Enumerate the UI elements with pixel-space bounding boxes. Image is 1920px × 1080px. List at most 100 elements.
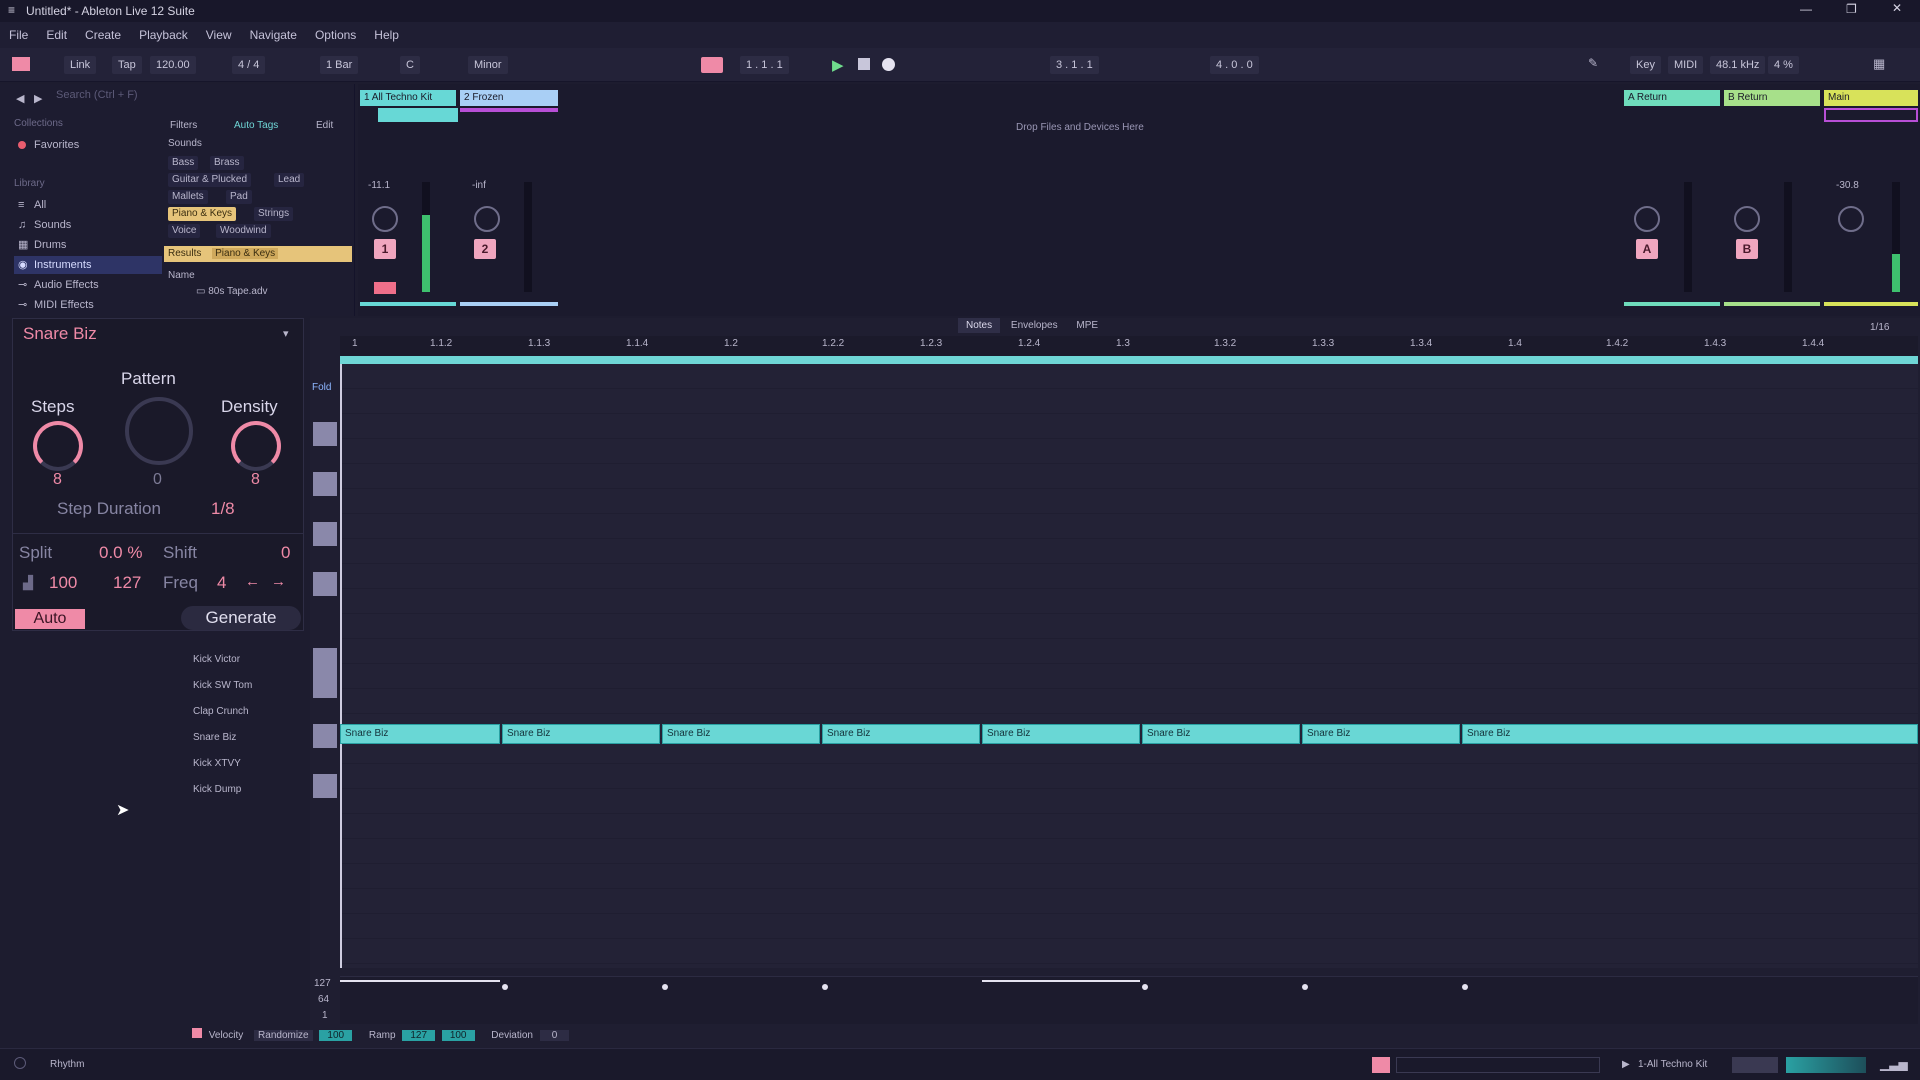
play-icon[interactable]: ▶ [832, 56, 844, 74]
link-button[interactable]: Link [64, 56, 97, 74]
auto-tags-toggle[interactable]: Auto Tags [234, 120, 278, 131]
return-a-button[interactable]: A [1636, 239, 1658, 259]
ramp-start-value[interactable]: 127 [402, 1030, 436, 1041]
sidebar-item-all[interactable]: ≡ All [14, 196, 164, 214]
position-field[interactable]: 1 . 1 . 1 [740, 56, 789, 74]
freq-value[interactable]: 4 [217, 573, 226, 593]
velocity-max[interactable]: 127 [113, 573, 141, 593]
main-header[interactable]: Main [1824, 90, 1918, 106]
minimize-button[interactable]: — [1800, 2, 1812, 16]
note-grid[interactable] [340, 364, 1918, 968]
midi-note[interactable]: Snare Biz [502, 724, 660, 744]
velocity-min[interactable]: 100 [49, 573, 77, 593]
randomize-value[interactable]: 100 [319, 1030, 353, 1041]
ramp-end-value[interactable]: 100 [441, 1030, 475, 1041]
sidebar-item-sounds[interactable]: ♫ Sounds [14, 216, 164, 234]
loop-length-field[interactable]: 4 . 0 . 0 [1210, 56, 1259, 74]
filters-toggle[interactable]: Filters [170, 120, 197, 131]
key-lane[interactable] [313, 774, 337, 798]
loop-brace[interactable] [340, 356, 1918, 364]
midi-note[interactable]: Snare Biz [1302, 724, 1460, 744]
track-2-activator-button[interactable]: 2 [474, 239, 496, 259]
midi-note[interactable]: Snare Biz [340, 724, 500, 744]
sounds-filter[interactable]: Sounds [168, 138, 202, 149]
menu-playback[interactable]: Playback [130, 22, 197, 48]
auto-button[interactable]: Auto [15, 609, 85, 629]
edit-tags-button[interactable]: Edit [316, 120, 333, 131]
tag-piano-keys[interactable]: Piano & Keys [168, 207, 237, 221]
main-scene-slot[interactable] [1824, 108, 1918, 122]
clip-slot-2[interactable] [460, 108, 558, 112]
tap-button[interactable]: Tap [112, 56, 142, 74]
main-pan-knob[interactable] [1838, 206, 1864, 232]
sidebar-item-audio-effects[interactable]: ⊸ Audio Effects [14, 276, 164, 294]
info-icon[interactable] [14, 1057, 26, 1069]
arrangement-record-icon[interactable] [701, 57, 723, 73]
view-toggle-icon[interactable] [12, 57, 30, 71]
midi-note[interactable]: Snare Biz [822, 724, 980, 744]
return-a-pan-knob[interactable] [1634, 206, 1660, 232]
track-1-volume[interactable]: -11.1 [368, 180, 390, 191]
mini-mixer-icon[interactable] [1732, 1057, 1778, 1073]
return-b-header[interactable]: B Return [1724, 90, 1820, 106]
mini-clip-preview[interactable] [1786, 1057, 1866, 1073]
track-2-volume[interactable]: -inf [472, 180, 486, 191]
tag-voice[interactable]: Voice [168, 224, 201, 238]
key-lane[interactable] [313, 422, 337, 446]
menu-file[interactable]: File [0, 22, 37, 48]
row-label[interactable]: Clap Crunch [193, 706, 249, 717]
key-lane[interactable] [313, 724, 337, 748]
return-b-button[interactable]: B [1736, 239, 1758, 259]
name-column-header[interactable]: Name [168, 270, 195, 281]
quantize-dropdown[interactable]: 1 Bar [320, 56, 359, 74]
deviation-value[interactable]: 0 [539, 1030, 570, 1041]
main-volume[interactable]: -30.8 [1836, 180, 1859, 191]
velocity-mode-icon[interactable] [192, 1028, 202, 1038]
tab-mpe[interactable]: MPE [1068, 318, 1106, 333]
tag-guitar[interactable]: Guitar & Plucked [168, 173, 252, 187]
menu-navigate[interactable]: Navigate [241, 22, 306, 48]
menu-help[interactable]: Help [365, 22, 408, 48]
menu-options[interactable]: Options [306, 22, 365, 48]
tempo-field[interactable]: 120.00 [150, 56, 196, 74]
step-duration-value[interactable]: 1/8 [211, 499, 235, 519]
sidebar-item-midi-effects[interactable]: ⊸ MIDI Effects [14, 296, 164, 314]
velocity-dot[interactable] [822, 984, 828, 990]
track-header-1[interactable]: 1 All Techno Kit [360, 90, 456, 106]
tab-envelopes[interactable]: Envelopes [1003, 318, 1066, 333]
key-lane[interactable] [313, 522, 337, 546]
tag-brass[interactable]: Brass [210, 156, 244, 170]
velocity-stem[interactable] [340, 980, 500, 982]
return-b-pan-knob[interactable] [1734, 206, 1760, 232]
arrow-right-icon[interactable]: → [271, 573, 286, 590]
split-value[interactable]: 0.0 % [99, 543, 142, 563]
clip-slot-1[interactable] [378, 108, 458, 122]
key-map-button[interactable]: Key [1630, 56, 1661, 74]
fold-button[interactable]: Fold [312, 382, 331, 393]
signature-field[interactable]: 4 / 4 [232, 56, 266, 74]
row-label[interactable]: Kick XTVY [193, 758, 241, 769]
menu-create[interactable]: Create [76, 22, 130, 48]
maximize-button[interactable]: ❐ [1846, 2, 1857, 16]
back-icon[interactable]: ◀ [16, 92, 24, 105]
midi-note[interactable]: Snare Biz [1142, 724, 1300, 744]
loop-start-field[interactable]: 3 . 1 . 1 [1050, 56, 1099, 74]
overview-scrubber[interactable] [1396, 1057, 1600, 1073]
velocity-dot[interactable] [1462, 984, 1468, 990]
row-label[interactable]: Kick SW Tom [193, 680, 252, 691]
results-filter-chip[interactable]: Piano & Keys [212, 248, 279, 259]
velocity-dot[interactable] [1302, 984, 1308, 990]
track-1-activator-button[interactable]: 1 [374, 239, 396, 259]
track-2-pan-knob[interactable] [474, 206, 500, 232]
pencil-icon[interactable]: ✎ [1588, 56, 1598, 70]
record-icon[interactable] [882, 58, 895, 71]
tab-notes[interactable]: Notes [958, 318, 1001, 333]
device-dropdown-icon[interactable]: ▾ [283, 327, 289, 340]
row-label[interactable]: Kick Victor [193, 654, 240, 665]
midi-note[interactable]: Snare Biz [662, 724, 820, 744]
tag-woodwind[interactable]: Woodwind [216, 224, 271, 238]
generate-button[interactable]: Generate [181, 606, 301, 630]
midi-note[interactable]: Snare Biz [982, 724, 1140, 744]
grid-dropdown[interactable]: 1/16 [1870, 322, 1889, 333]
velocity-stem[interactable] [982, 980, 1140, 982]
